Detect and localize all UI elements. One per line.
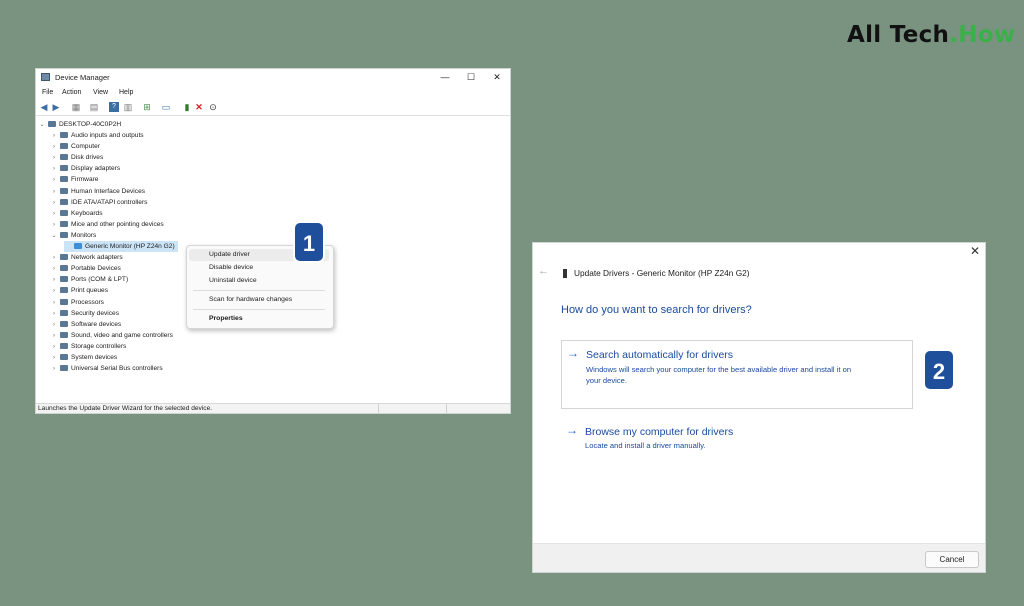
device-manager-icon [41, 73, 50, 81]
option-description: Windows will search your computer for th… [586, 365, 852, 374]
view-icon[interactable]: ▥ [123, 102, 133, 112]
device-category-icon [60, 220, 68, 227]
window-title: Device Manager [55, 73, 110, 82]
tree-category[interactable]: › Storage controllers [50, 341, 126, 352]
minimize-button[interactable]: — [434, 71, 456, 84]
menu-file[interactable]: File [42, 89, 53, 96]
tree-category[interactable]: › Universal Serial Bus controllers [50, 363, 163, 374]
device-category-icon [60, 331, 68, 338]
menu-action[interactable]: Action [62, 89, 81, 96]
menu-item-scan-hardware[interactable]: Scan for hardware changes [189, 294, 329, 306]
tree-category[interactable]: › Software devices [50, 319, 121, 330]
back-icon[interactable]: ◀ [39, 102, 49, 112]
device-category-icon [60, 342, 68, 349]
dialog-footer: Cancel [533, 543, 985, 572]
tree-category[interactable]: › Display adapters [50, 163, 120, 174]
dialog-question: How do you want to search for drivers? [561, 304, 752, 316]
tree-category[interactable]: › Firmware [50, 174, 98, 185]
tree-category[interactable]: › System devices [50, 352, 117, 363]
tree-category[interactable]: › Disk drives [50, 152, 103, 163]
step-badge-2: 2 [923, 349, 955, 391]
option-title: Search automatically for drivers [586, 349, 734, 361]
tree-category[interactable]: › Human Interface Devices [50, 186, 145, 197]
monitor-icon [563, 269, 567, 278]
device-category-icon [60, 265, 68, 272]
arrow-right-icon: → [567, 346, 579, 360]
device-category-icon [60, 187, 68, 194]
tree-category[interactable]: › Ports (COM & LPT) [50, 274, 128, 285]
step-badge-1: 1 [293, 221, 325, 263]
device-category-icon [60, 165, 68, 172]
device-category-icon [60, 287, 68, 294]
maximize-button[interactable]: ☐ [460, 71, 482, 84]
brand-logo: All Tech.How [847, 22, 1016, 48]
help-icon[interactable]: ? [109, 102, 119, 112]
device-category-icon [60, 198, 68, 205]
tree-category[interactable]: › Mice and other pointing devices [50, 219, 164, 230]
scan-icon[interactable]: ⊞ [142, 102, 152, 112]
menu-item-uninstall-device[interactable]: Uninstall device [189, 275, 329, 287]
cancel-button[interactable]: Cancel [925, 551, 979, 568]
download-icon[interactable]: ⊙ [208, 102, 218, 112]
update-drivers-dialog: ✕ ← Update Drivers - Generic Monitor (HP… [532, 242, 986, 573]
computer-icon [48, 121, 56, 127]
title-bar: Device Manager — ☐ ✕ [36, 69, 510, 86]
option-description: Locate and install a driver manually. [585, 441, 706, 450]
tree-category[interactable]: › Network adapters [50, 252, 123, 263]
tree-category[interactable]: ⌄ Monitors [50, 230, 96, 241]
device-category-icon [60, 365, 68, 372]
menu-help[interactable]: Help [119, 89, 133, 96]
tree-category[interactable]: › Computer [50, 141, 100, 152]
menu-item-properties[interactable]: Properties [189, 313, 329, 325]
menu-view[interactable]: View [93, 89, 108, 96]
device-category-icon [60, 154, 68, 161]
status-text: Launches the Update Driver Wizard for th… [38, 405, 213, 412]
tree-category[interactable]: › Print queues [50, 285, 108, 296]
tree-category[interactable]: › Portable Devices [50, 263, 121, 274]
dialog-header: Update Drivers - Generic Monitor (HP Z24… [574, 268, 750, 278]
device-category-icon [60, 143, 68, 150]
tree-item-generic-monitor[interactable]: Generic Monitor (HP Z24n G2) [64, 241, 178, 252]
device-category-icon [60, 254, 68, 261]
device-category-icon [60, 209, 68, 216]
monitor-icon [74, 243, 82, 249]
search-automatically-option[interactable]: → Search automatically for drivers Windo… [561, 340, 913, 409]
device-category-icon [60, 309, 68, 316]
chevron-icon: › [53, 366, 55, 373]
monitor-icon[interactable]: ▭ [161, 102, 171, 112]
device-category-icon [60, 132, 68, 138]
arrow-right-icon: → [566, 423, 578, 437]
chevron-icon: ⌄ [51, 232, 57, 239]
device-category-icon [60, 320, 68, 327]
device-manager-window: Device Manager — ☐ ✕ File Action View He… [35, 68, 511, 414]
remove-icon[interactable]: ✕ [194, 102, 204, 112]
tree-category[interactable]: › Sound, video and game controllers [50, 330, 173, 341]
close-icon[interactable]: ✕ [970, 244, 980, 258]
device-category-icon [60, 354, 68, 360]
tree-category[interactable]: › Audio inputs and outputs [50, 130, 144, 141]
back-arrow-icon[interactable]: ← [538, 265, 549, 277]
menu-bar: File Action View Help [36, 87, 510, 99]
toolbar: ◀ ▶ ▦ ▤ ? ▥ ⊞ ▭ ▮ ✕ ⊙ [36, 100, 510, 116]
device-category-icon [60, 276, 68, 283]
properties-icon[interactable]: ▦ [71, 102, 81, 112]
option-title: Browse my computer for drivers [585, 426, 734, 438]
device-category-icon [60, 176, 68, 183]
option-description-2: your device. [586, 376, 627, 385]
tree-category[interactable]: › Keyboards [50, 208, 103, 219]
tree-root[interactable]: ⌄ DESKTOP-40C0P2H [38, 119, 121, 130]
list-icon[interactable]: ▤ [89, 102, 99, 112]
device-category-icon [60, 231, 68, 238]
tree-category[interactable]: › Security devices [50, 308, 119, 319]
status-bar: Launches the Update Driver Wizard for th… [36, 403, 510, 414]
forward-icon[interactable]: ▶ [51, 102, 61, 112]
close-button[interactable]: ✕ [486, 71, 508, 84]
update-icon[interactable]: ▮ [182, 102, 192, 112]
tree-category[interactable]: › IDE ATA/ATAPI controllers [50, 197, 147, 208]
tree-category[interactable]: › Processors [50, 297, 104, 308]
device-category-icon [60, 298, 68, 305]
browse-computer-option[interactable]: → Browse my computer for drivers Locate … [561, 421, 913, 455]
